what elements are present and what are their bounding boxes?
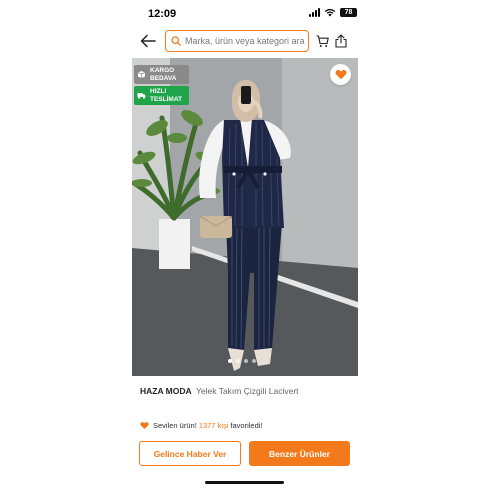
free-shipping-badge: KARGO BEDAVA: [134, 65, 189, 84]
favorite-count: 1377 kişi: [198, 421, 229, 430]
home-indicator: [205, 481, 284, 484]
heart-icon: [140, 422, 149, 430]
search-box[interactable]: [165, 30, 309, 52]
battery-indicator: 78: [340, 8, 357, 17]
product-name: Yelek Takım Çizgili Lacivert: [196, 386, 299, 396]
status-time: 12:09: [148, 8, 177, 20]
product-image[interactable]: KARGO BEDAVA HIZLI TESLİMAT: [132, 58, 358, 376]
free-shipping-badge-text: KARGO BEDAVA: [150, 67, 177, 82]
favorite-info: Sevilen ürün! 1377 kişi favoriledi!: [140, 421, 263, 430]
fast-delivery-badge: HIZLI TESLİMAT: [134, 86, 189, 105]
fast-delivery-badge-text: HIZLI TESLİMAT: [150, 88, 183, 103]
product-title: HAZA MODA Yelek Takım Çizgili Lacivert: [140, 386, 299, 396]
search-input[interactable]: [185, 36, 308, 46]
search-icon: [171, 36, 181, 46]
similar-products-button[interactable]: Benzer Ürünler: [249, 441, 350, 466]
truck-icon: [137, 93, 146, 99]
carousel-dot[interactable]: [244, 359, 248, 363]
favorite-info-suffix: favoriledi!: [230, 421, 263, 430]
status-bar: 12:09 78: [0, 0, 490, 26]
cart-icon[interactable]: [316, 35, 329, 48]
favorite-button[interactable]: [330, 64, 351, 85]
back-arrow-icon[interactable]: [140, 34, 156, 48]
carousel-dots: [228, 359, 256, 363]
product-brand[interactable]: HAZA MODA: [140, 386, 192, 396]
notify-when-available-button[interactable]: Gelince Haber Ver: [139, 441, 241, 466]
header: [0, 26, 490, 58]
signal-icon: [309, 8, 320, 17]
favorite-info-prefix: Sevilen ürün!: [153, 421, 197, 430]
product-photo: [132, 58, 358, 376]
carousel-dot[interactable]: [252, 359, 256, 363]
carousel-dot[interactable]: [228, 359, 232, 363]
share-icon[interactable]: [335, 34, 347, 48]
wifi-icon: [324, 8, 336, 17]
carousel-dot[interactable]: [236, 359, 240, 363]
box-icon: [137, 71, 146, 78]
status-icons: 78: [309, 8, 357, 17]
heart-icon: [335, 69, 346, 80]
